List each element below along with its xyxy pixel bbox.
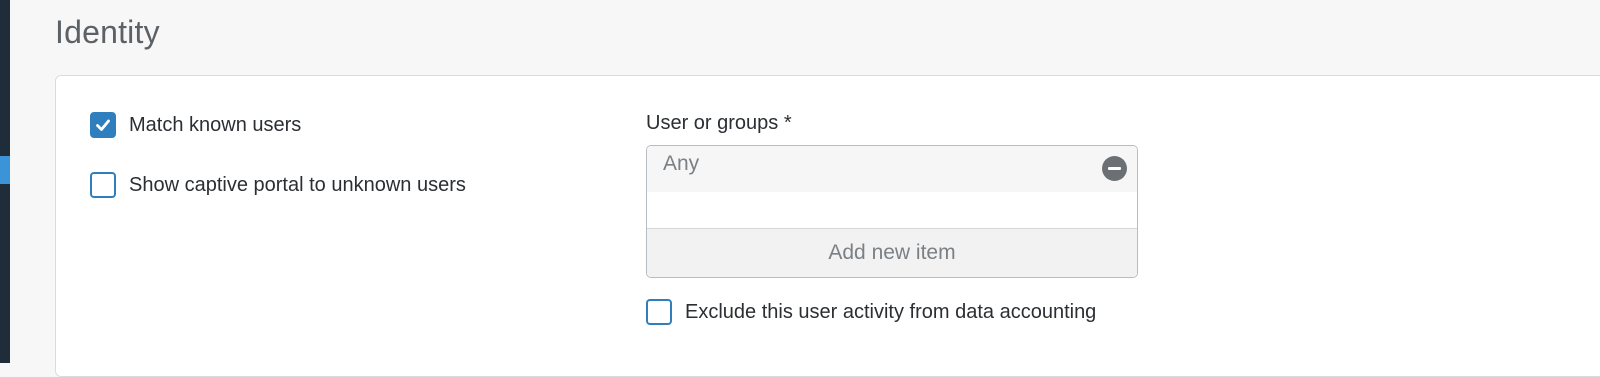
- list-item: Any: [647, 146, 1137, 192]
- show-captive-portal-checkbox[interactable]: [90, 172, 116, 198]
- show-captive-portal-option[interactable]: Show captive portal to unknown users: [90, 172, 466, 198]
- match-known-users-option[interactable]: Match known users: [90, 112, 301, 138]
- sidebar-edge: [0, 0, 10, 363]
- users-or-groups-label: User or groups *: [646, 112, 792, 134]
- minus-circle-icon[interactable]: [1102, 156, 1127, 181]
- exclude-data-accounting-label: Exclude this user activity from data acc…: [685, 300, 1097, 323]
- checkmark-icon: [96, 119, 110, 131]
- list-item-label: Any: [663, 152, 700, 175]
- sidebar-active-indicator: [0, 156, 10, 184]
- match-known-users-checkbox[interactable]: [90, 112, 116, 138]
- section-title: Identity: [55, 14, 160, 50]
- add-new-item-button[interactable]: Add new item: [647, 228, 1137, 277]
- identity-panel: Match known users Show captive portal to…: [55, 75, 1600, 377]
- exclude-data-accounting-checkbox[interactable]: [646, 299, 672, 325]
- exclude-data-accounting-option[interactable]: Exclude this user activity from data acc…: [646, 299, 1096, 325]
- show-captive-portal-label: Show captive portal to unknown users: [129, 173, 466, 196]
- users-or-groups-list: Any Add new item: [646, 145, 1138, 278]
- match-known-users-label: Match known users: [129, 113, 302, 136]
